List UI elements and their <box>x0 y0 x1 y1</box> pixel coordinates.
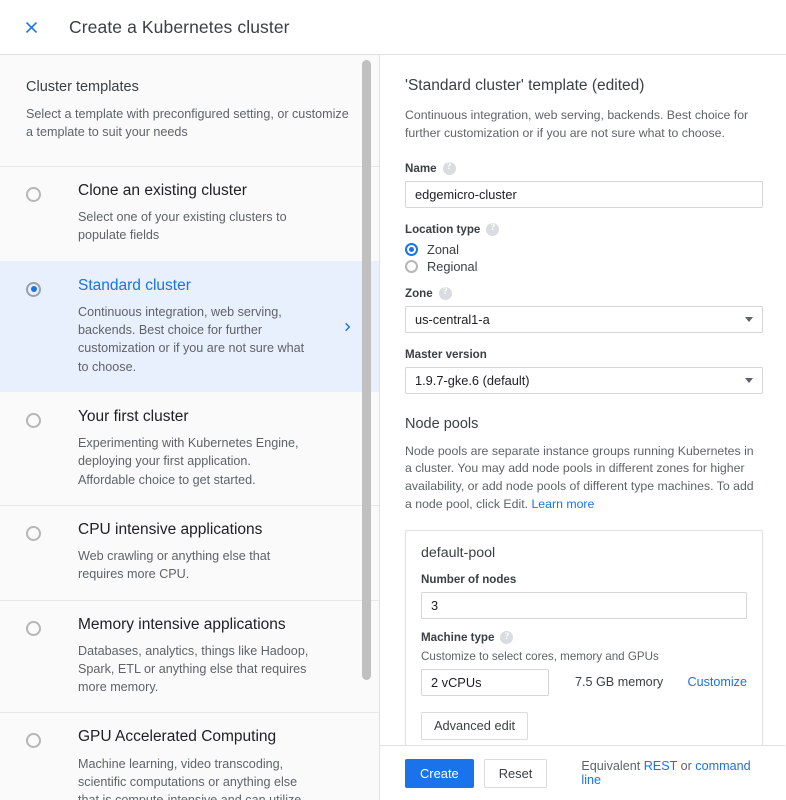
help-icon-machine-type[interactable]: ? <box>500 631 513 644</box>
node-pools-heading: Node pools <box>405 416 763 432</box>
chevron-down-icon <box>745 378 753 383</box>
help-icon-zone[interactable]: ? <box>439 287 452 300</box>
template-title: Standard cluster <box>78 277 346 296</box>
dialog-body: Cluster templates Select a template with… <box>0 55 786 800</box>
detail-scroll-area: 'Standard cluster' template (edited) Con… <box>380 55 785 745</box>
memory-text: 7.5 GB memory <box>575 675 663 689</box>
chevron-right-icon-glyph <box>339 318 356 335</box>
template-option-memory-intensive-applications[interactable]: Memory intensive applications Databases,… <box>0 600 380 713</box>
cluster-name-input[interactable] <box>405 181 763 208</box>
page-title: Create a Kubernetes cluster <box>69 17 290 38</box>
machine-type-value: 2 vCPUs <box>431 675 482 690</box>
radio-standard-cluster[interactable] <box>26 282 41 297</box>
template-description: Web crawling or anything else that requi… <box>78 547 310 583</box>
template-title: CPU intensive applications <box>78 521 346 540</box>
template-option-cpu-intensive-applications[interactable]: CPU intensive applications Web crawling … <box>0 505 380 600</box>
chevron-right-icon[interactable] <box>339 318 356 335</box>
machine-type-label-row: Machine type ? <box>421 631 747 644</box>
or-label: or <box>681 759 692 773</box>
zone-value: us-central1-a <box>415 312 490 327</box>
template-detail-panel: 'Standard cluster' template (edited) Con… <box>380 55 785 800</box>
learn-more-link[interactable]: Learn more <box>531 497 594 511</box>
master-version-label: Master version <box>405 348 487 361</box>
customize-link[interactable]: Customize <box>688 675 748 689</box>
detail-description: Continuous integration, web serving, bac… <box>405 107 763 143</box>
radio-zonal[interactable] <box>405 243 418 256</box>
radio-clone-existing-cluster[interactable] <box>26 187 41 202</box>
master-version-value: 1.9.7-gke.6 (default) <box>415 373 530 388</box>
template-option-standard-cluster[interactable]: Standard cluster Continuous integration,… <box>0 261 380 392</box>
node-pools-description: Node pools are separate instance groups … <box>405 443 763 514</box>
zone-select[interactable]: us-central1-a <box>405 306 763 333</box>
equivalent-prefix: Equivalent <box>581 759 640 773</box>
location-type-label-row: Location type ? <box>405 223 763 236</box>
location-type-label: Location type <box>405 223 480 236</box>
equivalent-links: Equivalent REST or command line <box>581 759 760 787</box>
template-description: Select one of your existing clusters to … <box>78 208 310 244</box>
radio-gpu-accelerated-computing[interactable] <box>26 733 41 748</box>
template-option-clone-existing-cluster[interactable]: Clone an existing cluster Select one of … <box>0 166 380 261</box>
rest-link[interactable]: REST <box>644 759 677 773</box>
template-description: Experimenting with Kubernetes Engine, de… <box>78 434 310 488</box>
node-count-label: Number of nodes <box>421 573 516 586</box>
name-label: Name <box>405 162 437 175</box>
template-description: Continuous integration, web serving, bac… <box>78 303 310 376</box>
template-description: Machine learning, video transcoding, sci… <box>78 755 310 800</box>
node-pool-card: default-pool Number of nodes Machine typ… <box>405 530 763 745</box>
template-description: Databases, analytics, things like Hadoop… <box>78 642 310 696</box>
close-icon[interactable] <box>14 10 48 44</box>
radio-cpu-intensive-applications[interactable] <box>26 526 41 541</box>
templates-heading: Cluster templates <box>26 79 350 95</box>
dialog-header: Create a Kubernetes cluster <box>0 0 786 55</box>
dialog-footer: Create Reset Equivalent REST or command … <box>380 745 785 800</box>
create-cluster-dialog: Create a Kubernetes cluster Cluster temp… <box>0 0 786 800</box>
machine-type-hint: Customize to select cores, memory and GP… <box>421 650 747 663</box>
location-option-label: Regional <box>427 259 478 274</box>
detail-title: 'Standard cluster' template (edited) <box>405 77 763 95</box>
reset-button[interactable]: Reset <box>484 759 548 788</box>
radio-regional[interactable] <box>405 260 418 273</box>
template-title: GPU Accelerated Computing <box>78 728 346 747</box>
machine-type-select[interactable]: 2 vCPUs <box>421 669 549 696</box>
master-version-select[interactable]: 1.9.7-gke.6 (default) <box>405 367 763 394</box>
help-icon-name[interactable]: ? <box>443 162 456 175</box>
templates-header: Cluster templates Select a template with… <box>0 55 380 150</box>
advanced-edit-button[interactable]: Advanced edit <box>421 712 528 740</box>
radio-memory-intensive-applications[interactable] <box>26 621 41 636</box>
sidebar-scrollbar-thumb[interactable] <box>362 60 371 680</box>
location-option-regional[interactable]: Regional <box>405 259 763 274</box>
node-count-label-row: Number of nodes <box>421 573 747 586</box>
close-icon-glyph <box>22 18 41 37</box>
template-title: Clone an existing cluster <box>78 182 346 201</box>
help-icon-location-type[interactable]: ? <box>486 223 499 236</box>
template-title: Your first cluster <box>78 408 346 427</box>
zone-label: Zone <box>405 287 433 300</box>
radio-your-first-cluster[interactable] <box>26 413 41 428</box>
node-pool-name: default-pool <box>421 545 747 561</box>
location-option-label: Zonal <box>427 242 459 257</box>
node-count-input[interactable] <box>421 592 747 619</box>
zone-label-row: Zone ? <box>405 287 763 300</box>
machine-type-label: Machine type <box>421 631 494 644</box>
chevron-down-icon <box>745 317 753 322</box>
templates-subheading: Select a template with preconfigured set… <box>26 106 350 142</box>
template-option-your-first-cluster[interactable]: Your first cluster Experimenting with Ku… <box>0 392 380 505</box>
template-title: Memory intensive applications <box>78 616 346 635</box>
template-option-gpu-accelerated-computing[interactable]: GPU Accelerated Computing Machine learni… <box>0 712 380 800</box>
cluster-templates-panel: Cluster templates Select a template with… <box>0 55 380 800</box>
master-version-label-row: Master version <box>405 348 763 361</box>
create-button[interactable]: Create <box>405 759 474 788</box>
location-option-zonal[interactable]: Zonal <box>405 242 763 257</box>
name-label-row: Name ? <box>405 162 763 175</box>
template-list: Clone an existing cluster Select one of … <box>0 166 380 800</box>
machine-type-row: 2 vCPUs 7.5 GB memory Customize <box>421 669 747 696</box>
